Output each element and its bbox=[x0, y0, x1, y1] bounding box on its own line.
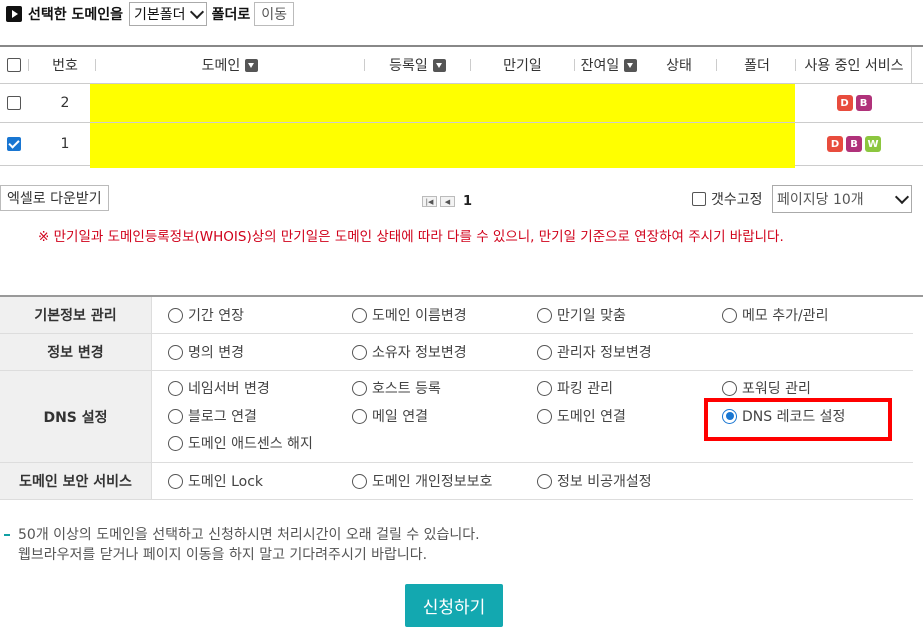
first-page-icon[interactable]: |◀ bbox=[422, 196, 437, 207]
radio-icon[interactable] bbox=[168, 380, 183, 396]
service-badge[interactable]: B bbox=[846, 136, 862, 152]
folder-select[interactable]: 기본폴더 bbox=[129, 2, 207, 26]
header-domain-label: 도메인 bbox=[201, 58, 241, 74]
header-remaining-label: 잔여일 bbox=[580, 58, 620, 74]
table-row: 2 D B bbox=[0, 84, 923, 123]
chevron-down-icon bbox=[189, 4, 204, 20]
option-adsense-release[interactable]: 도메인 애드센스 해지 bbox=[168, 433, 313, 453]
option-privacy[interactable]: 도메인 개인정보보호 bbox=[352, 471, 492, 491]
radio-icon[interactable] bbox=[168, 408, 183, 424]
folder-select-value: 기본폴더 bbox=[134, 7, 186, 23]
option-row-basic: 기본정보 관리 기간 연장 도메인 이름변경 만기일 맞춤 메모 추가/관리 bbox=[0, 297, 913, 334]
move-bar: 선택한 도메인을 기본폴더 폴더로 이동 bbox=[0, 0, 923, 28]
header-domain[interactable]: 도메인 bbox=[96, 47, 364, 83]
option-owner-info[interactable]: 소유자 정보변경 bbox=[352, 342, 467, 362]
fix-count[interactable]: 갯수고정 bbox=[692, 189, 763, 209]
service-badge[interactable]: D bbox=[827, 136, 843, 152]
header-registered-label: 등록일 bbox=[389, 58, 428, 74]
option-domain-lock[interactable]: 도메인 Lock bbox=[168, 471, 263, 491]
option-mail[interactable]: 메일 연결 bbox=[352, 406, 428, 426]
info-line: 웹브라우저를 닫거나 페이지 이동을 하지 말고 기다려주시기 바랍니다. bbox=[18, 547, 428, 563]
header-expiry: 만기일 bbox=[503, 58, 542, 74]
service-badge[interactable]: D bbox=[836, 95, 853, 111]
option-rename-domain[interactable]: 도메인 이름변경 bbox=[352, 305, 467, 325]
header-registered[interactable]: 등록일 bbox=[365, 47, 470, 83]
excel-download-button[interactable]: 엑셀로 다운받기 bbox=[0, 185, 109, 211]
current-page[interactable]: 1 bbox=[463, 194, 472, 209]
pagination: |◀ ◀ 1 bbox=[422, 194, 472, 209]
radio-icon[interactable] bbox=[168, 473, 183, 489]
arrow-right-icon bbox=[6, 6, 22, 22]
per-page-value: 페이지당 10개 bbox=[777, 192, 864, 208]
header-status: 상태 bbox=[666, 58, 692, 74]
option-nameserver[interactable]: 네임서버 변경 bbox=[168, 378, 270, 398]
service-badge[interactable]: B bbox=[855, 95, 872, 111]
radio-icon[interactable] bbox=[168, 307, 183, 323]
radio-icon[interactable] bbox=[352, 408, 367, 424]
option-change-holder[interactable]: 명의 변경 bbox=[168, 342, 244, 362]
highlight-box bbox=[704, 398, 892, 441]
header-edge bbox=[911, 47, 912, 83]
processing-info: 50개 이상의 도메인을 선택하고 신청하시면 처리시간이 오래 걸릴 수 있습… bbox=[4, 525, 480, 565]
service-badges: D B bbox=[796, 84, 912, 122]
expiry-notice: ※ 만기일과 도메인등록정보(WHOIS)상의 만기일은 도메인 상태에 따라 … bbox=[38, 229, 784, 245]
radio-icon[interactable] bbox=[352, 473, 367, 489]
option-admin-info[interactable]: 관리자 정보변경 bbox=[537, 342, 652, 362]
fix-count-checkbox[interactable] bbox=[692, 192, 706, 206]
sort-icon[interactable] bbox=[624, 58, 638, 72]
radio-icon[interactable] bbox=[352, 307, 367, 323]
radio-icon[interactable] bbox=[722, 380, 737, 396]
move-button[interactable]: 이동 bbox=[254, 2, 294, 26]
option-extend-period[interactable]: 기간 연장 bbox=[168, 305, 244, 325]
option-heading: DNS 설정 bbox=[0, 371, 152, 462]
select-all-checkbox[interactable] bbox=[7, 58, 21, 72]
apply-button[interactable]: 신청하기 bbox=[405, 584, 503, 627]
option-heading: 정보 변경 bbox=[0, 334, 152, 370]
option-forwarding[interactable]: 포워딩 관리 bbox=[722, 378, 811, 398]
header-services: 사용 중인 서비스 bbox=[804, 58, 904, 74]
row-checkbox[interactable] bbox=[7, 96, 21, 110]
move-label: 선택한 도메인을 bbox=[28, 7, 124, 23]
option-blog[interactable]: 블로그 연결 bbox=[168, 406, 257, 426]
option-heading: 도메인 보안 서비스 bbox=[0, 463, 152, 499]
service-badge[interactable]: W bbox=[865, 136, 881, 152]
table-row: 1 D B W bbox=[0, 123, 923, 168]
table-header: 번호 도메인 등록일 만기일 잔여일 상태 폴더 사용 중인 서비스 bbox=[0, 47, 923, 84]
redacted-area bbox=[90, 84, 795, 122]
info-line: 50개 이상의 도메인을 선택하고 신청하시면 처리시간이 오래 걸릴 수 있습… bbox=[18, 527, 480, 543]
radio-icon[interactable] bbox=[352, 344, 367, 360]
row-checkbox[interactable] bbox=[7, 137, 21, 151]
radio-icon[interactable] bbox=[537, 380, 552, 396]
option-host-register[interactable]: 호스트 등록 bbox=[352, 378, 441, 398]
option-match-expiry[interactable]: 만기일 맞춤 bbox=[537, 305, 626, 325]
option-memo[interactable]: 메모 추가/관리 bbox=[722, 305, 828, 325]
sort-icon[interactable] bbox=[432, 58, 446, 72]
header-number: 번호 bbox=[52, 58, 78, 74]
option-hide-info[interactable]: 정보 비공개설정 bbox=[537, 471, 652, 491]
radio-icon[interactable] bbox=[352, 380, 367, 396]
option-domain-connect[interactable]: 도메인 연결 bbox=[537, 406, 626, 426]
radio-icon[interactable] bbox=[537, 307, 552, 323]
option-row-info: 정보 변경 명의 변경 소유자 정보변경 관리자 정보변경 bbox=[0, 334, 913, 371]
header-folder: 폴더 bbox=[744, 58, 770, 74]
option-row-security: 도메인 보안 서비스 도메인 Lock 도메인 개인정보보호 정보 비공개설정 bbox=[0, 463, 913, 500]
dash-icon bbox=[4, 534, 10, 536]
option-parking[interactable]: 파킹 관리 bbox=[537, 378, 613, 398]
radio-icon[interactable] bbox=[537, 473, 552, 489]
radio-icon[interactable] bbox=[722, 307, 737, 323]
option-heading: 기본정보 관리 bbox=[0, 297, 152, 333]
radio-icon[interactable] bbox=[168, 344, 183, 360]
radio-icon[interactable] bbox=[537, 408, 552, 424]
radio-icon[interactable] bbox=[168, 435, 183, 451]
radio-icon[interactable] bbox=[537, 344, 552, 360]
per-page-select[interactable]: 페이지당 10개 bbox=[772, 185, 912, 213]
prev-page-icon[interactable]: ◀ bbox=[440, 196, 455, 207]
header-remaining[interactable]: 잔여일 bbox=[574, 47, 644, 83]
redacted-area bbox=[90, 123, 795, 168]
service-badges: D B W bbox=[796, 123, 912, 165]
chevron-down-icon bbox=[894, 189, 910, 205]
sort-icon[interactable] bbox=[245, 58, 259, 72]
move-suffix: 폴더로 bbox=[211, 7, 251, 23]
fix-count-label: 갯수고정 bbox=[711, 192, 763, 208]
